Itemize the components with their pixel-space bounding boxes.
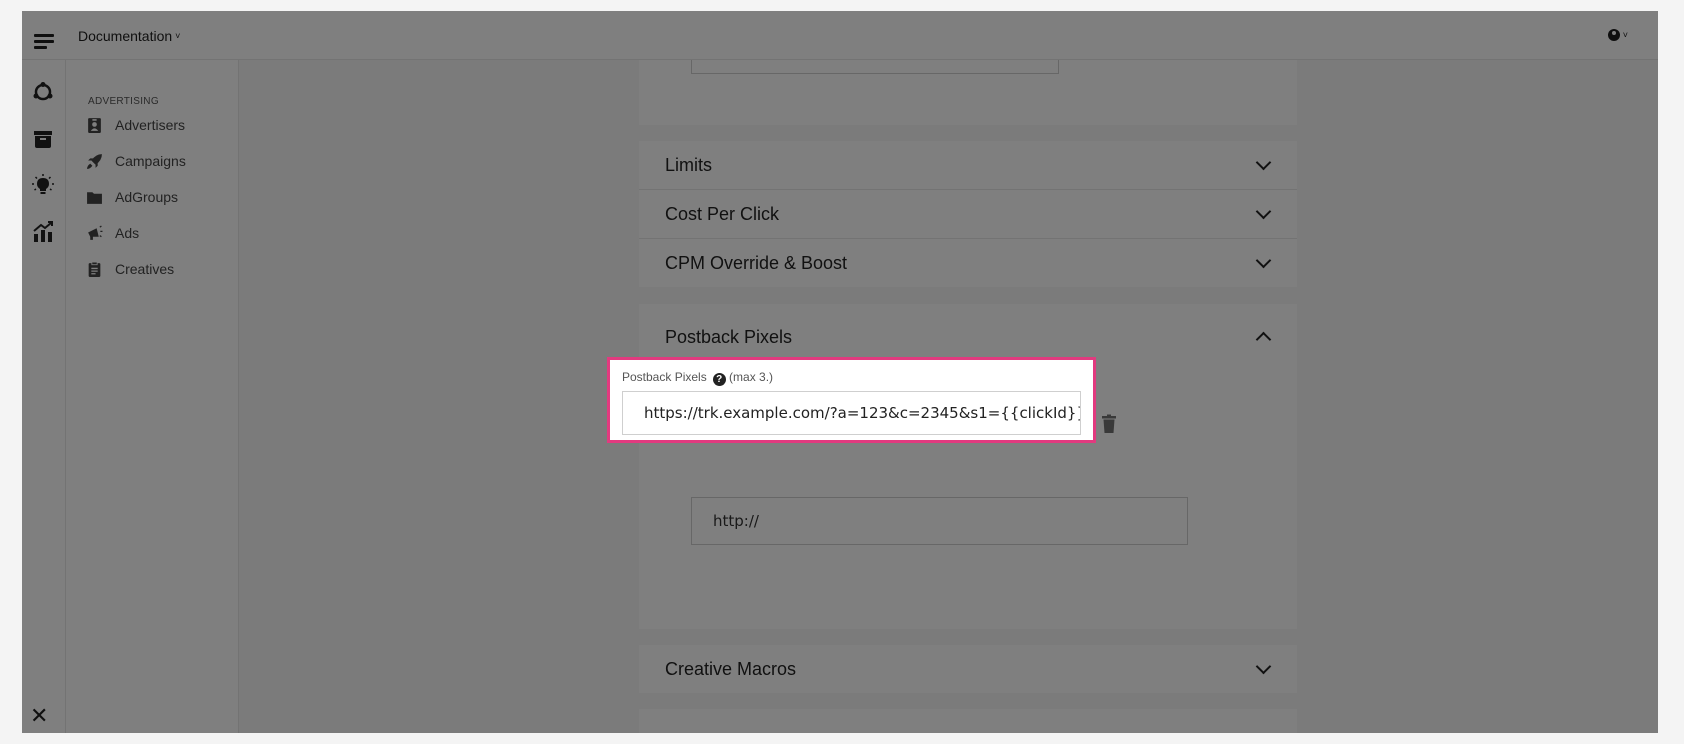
clipboard-icon <box>88 261 101 277</box>
chevron-down-icon <box>1255 203 1272 220</box>
close-icon[interactable]: ✕ <box>30 705 48 729</box>
panel-partial-bottom <box>639 709 1297 733</box>
sidebar-item-label: AdGroups <box>115 189 179 205</box>
section-title: Cost Per Click <box>665 204 780 224</box>
archive-icon[interactable] <box>31 127 55 151</box>
brand-label: Documentation <box>78 28 173 44</box>
sidebar-item-creatives[interactable]: Creatives <box>86 258 174 280</box>
sidebar-heading: ADVERTISING <box>88 96 159 107</box>
analytics-icon[interactable] <box>31 220 55 244</box>
chevron-down-icon: ˅ <box>175 31 181 41</box>
sidebar-item-label: Campaigns <box>115 153 186 169</box>
chevron-up-icon[interactable] <box>1255 331 1272 348</box>
postback-field-highlight: Postback Pixels? (max 3.) https://trk.ex… <box>607 357 1096 443</box>
user-icon <box>1607 29 1620 41</box>
user-menu[interactable]: ˅ <box>1607 29 1628 43</box>
panel-partial <box>639 60 1297 125</box>
megaphone-icon <box>88 225 103 240</box>
section-title: CPM Override & Boost <box>665 253 848 273</box>
section-creative-macros[interactable]: Creative Macros <box>639 645 1297 693</box>
top-bar: Documentation ˅ ˅ <box>22 11 1658 60</box>
section-limits[interactable]: Limits <box>639 141 1297 189</box>
section-cost-per-click[interactable]: Cost Per Click <box>639 190 1297 238</box>
icon-rail: ✕ <box>22 60 66 733</box>
network-icon[interactable] <box>31 80 55 104</box>
postback-field-label: Postback Pixels? (max 3.) <box>622 370 773 386</box>
partial-input[interactable] <box>691 60 1059 74</box>
sidebar-item-label: Ads <box>115 225 140 241</box>
chevron-down-icon <box>1255 252 1272 269</box>
section-title: Limits <box>665 155 713 175</box>
chevron-down-icon <box>1255 658 1272 675</box>
help-icon[interactable]: ? <box>712 373 726 386</box>
sidebar-item-label: Creatives <box>115 261 175 277</box>
section-title: Creative Macros <box>665 659 797 679</box>
sidebar: ADVERTISING Advertisers Campaigns AdGrou… <box>66 60 239 733</box>
section-cpm-override[interactable]: CPM Override & Boost <box>639 239 1297 287</box>
section-postback-pixels: Postback Pixels <box>639 304 1297 629</box>
chevron-down-icon <box>1255 154 1272 171</box>
field-hint: (max 3.) <box>729 370 774 384</box>
lightbulb-icon[interactable] <box>31 173 55 197</box>
rocket-icon <box>87 153 102 169</box>
field-label-text: Postback Pixels <box>622 370 707 384</box>
sidebar-item-advertisers[interactable]: Advertisers <box>86 114 185 136</box>
sidebar-item-ads[interactable]: Ads <box>86 222 139 244</box>
id-badge-icon <box>88 117 101 133</box>
app-window: Documentation ˅ ˅ ✕ ADVERTISING Advertis… <box>22 11 1658 733</box>
trash-icon[interactable] <box>1101 414 1117 434</box>
postback-pixel-input-2[interactable]: http:// <box>691 497 1188 545</box>
folder-icon <box>87 191 102 204</box>
menu-icon[interactable] <box>34 34 54 52</box>
sidebar-item-label: Advertisers <box>115 117 186 133</box>
sidebar-item-campaigns[interactable]: Campaigns <box>86 150 186 172</box>
sidebar-item-adgroups[interactable]: AdGroups <box>86 186 178 208</box>
postback-pixel-input-1[interactable]: https://trk.example.com/?a=123&c=2345&s1… <box>622 391 1081 435</box>
documentation-menu[interactable]: Documentation ˅ <box>78 28 180 44</box>
section-title: Postback Pixels <box>665 327 793 347</box>
chevron-down-icon: ˅ <box>1622 30 1628 40</box>
